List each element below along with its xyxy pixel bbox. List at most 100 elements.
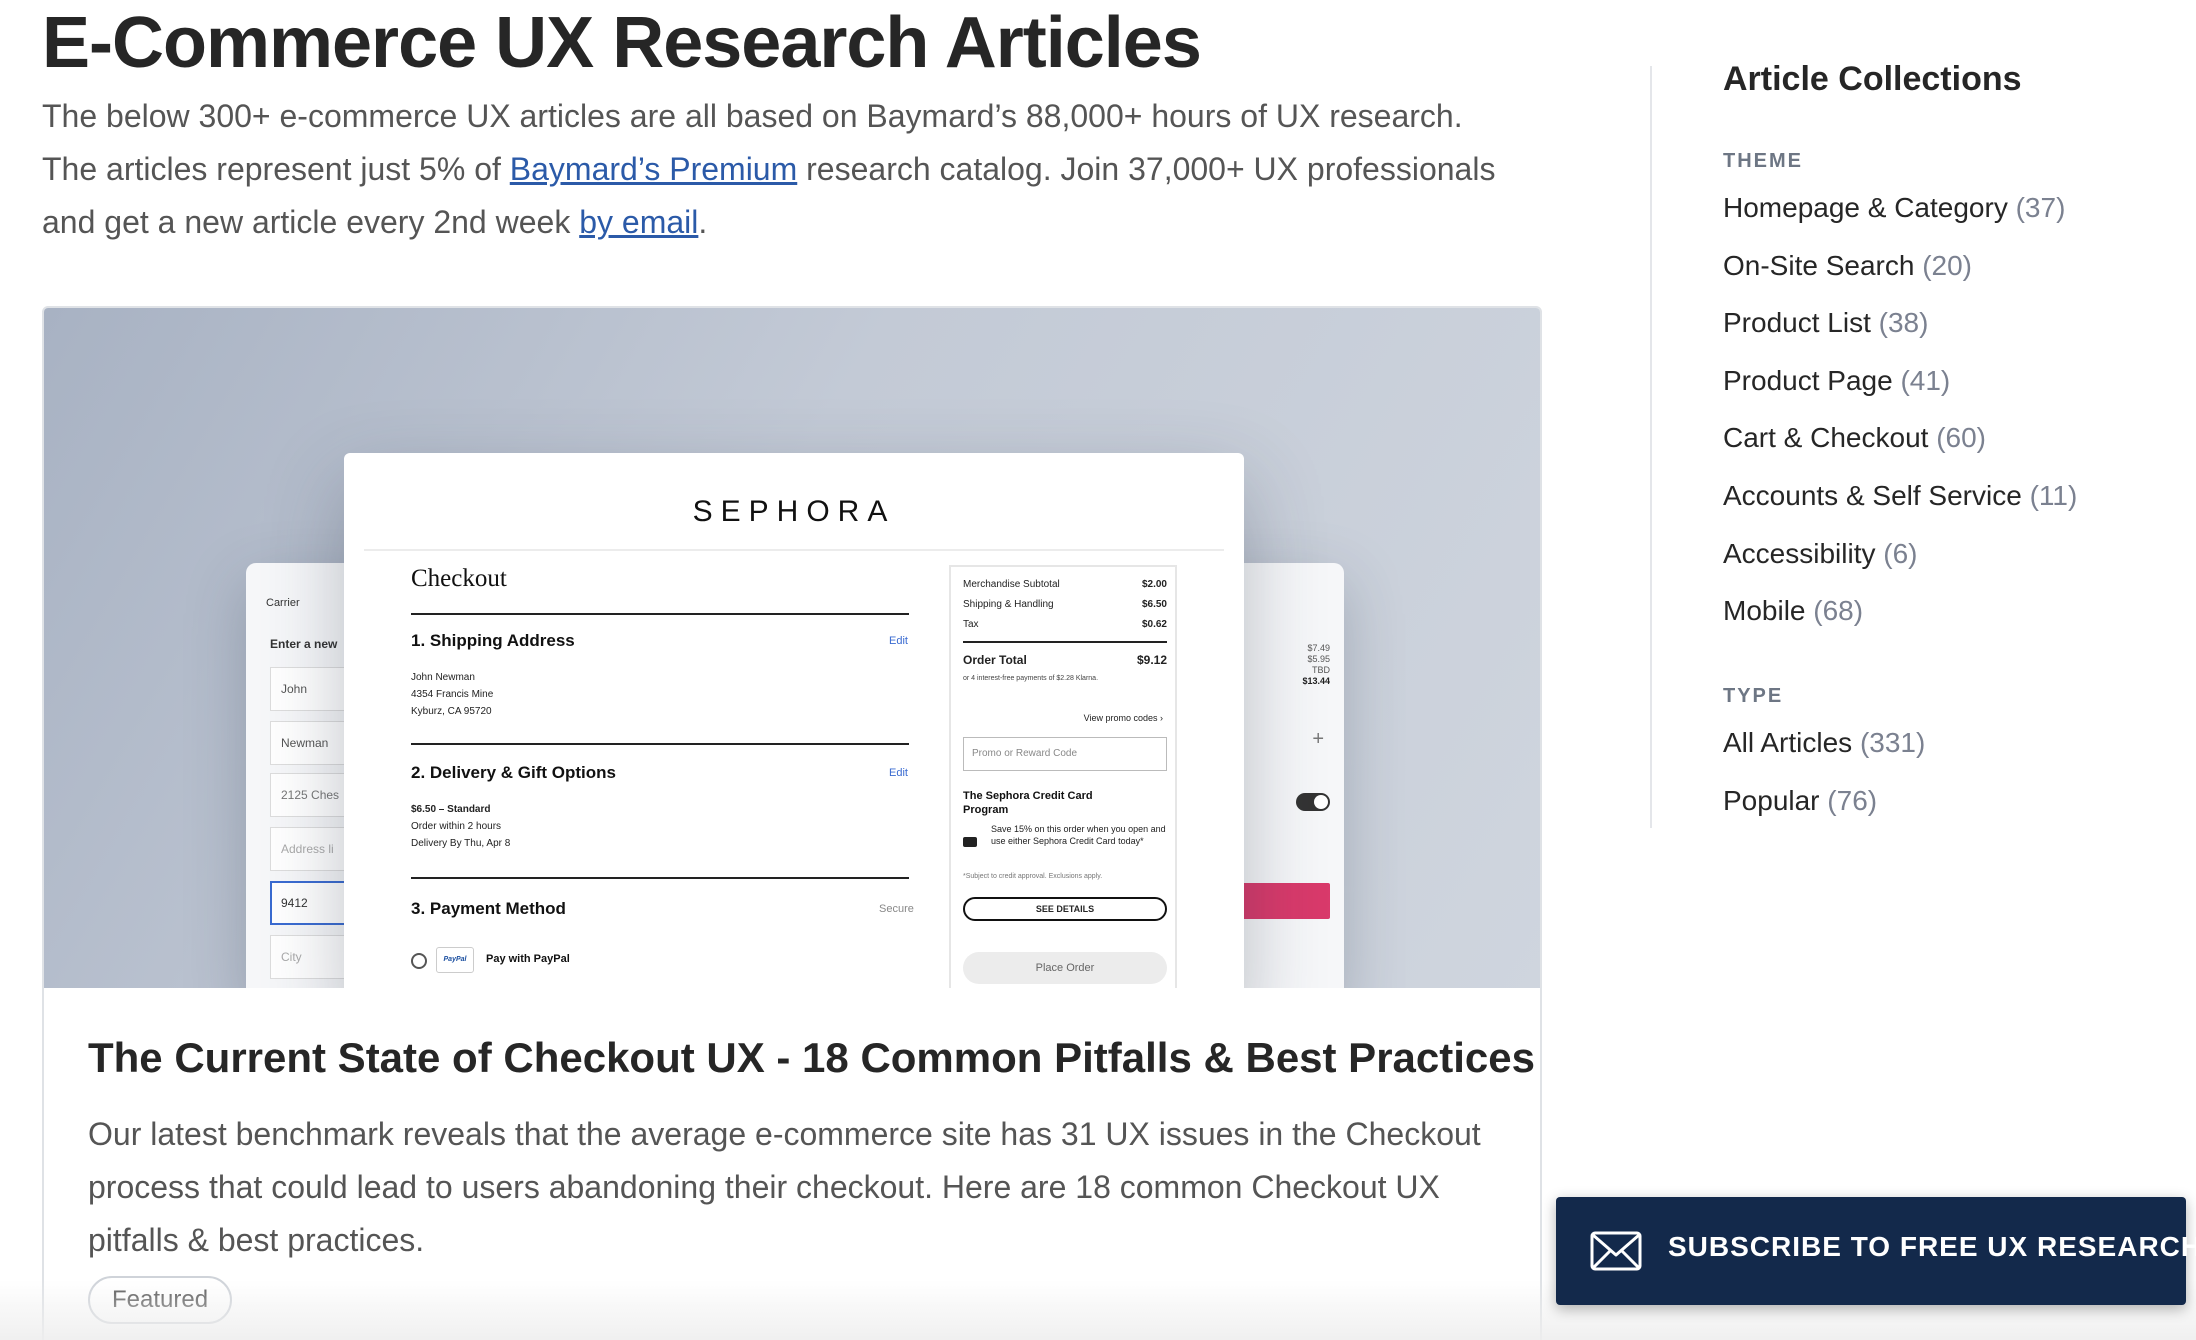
sidebar-item-count: (11): [2029, 480, 2078, 511]
intro-line-3-start: and get a new article every 2nd week: [42, 204, 580, 240]
sidebar-item-count: (68): [1813, 595, 1864, 626]
sidebar-divider: [1650, 66, 1652, 828]
credit-card-text: Save 15% on this order when you open and…: [991, 824, 1166, 846]
order-summary: Merchandise Subtotal $2.00 Shipping & Han…: [949, 565, 1177, 988]
sidebar-item-count: (37): [2015, 192, 2066, 223]
sidebar-item-label: Cart & Checkout: [1723, 422, 1929, 453]
section-line: Delivery By Thu, Apr 8: [411, 838, 511, 849]
summary-label: Order Total: [963, 653, 1027, 667]
sidebar-item-label: Product List: [1723, 307, 1871, 338]
section-line: Kyburz, CA 95720: [411, 706, 492, 717]
summary-value: $6.50: [1141, 599, 1167, 610]
section-secure: Secure: [879, 903, 914, 915]
klarna-note: or 4 interest-free payments of $2.28 Kla…: [963, 675, 1099, 682]
type-group-label: TYPE: [1723, 685, 1784, 707]
phone-price: $7.49: [1307, 643, 1330, 653]
sidebar-item-all-articles[interactable]: All Articles (331): [1723, 727, 1925, 759]
sidebar-item-accounts-self-service[interactable]: Accounts & Self Service (11): [1723, 480, 2077, 512]
plus-icon: +: [1312, 728, 1324, 750]
subscribe-button[interactable]: SUBSCRIBE TO FREE UX RESEARCH: [1556, 1197, 2196, 1305]
sidebar-item-cart-checkout[interactable]: Cart & Checkout (60): [1723, 422, 1986, 454]
sidebar-item-accessibility[interactable]: Accessibility (6): [1723, 538, 1918, 570]
section-title: 3. Payment Method: [411, 899, 566, 918]
summary-label: Shipping & Handling: [963, 599, 1054, 610]
featured-article-image[interactable]: Carrier Enter a new John Newman 2125 Che…: [44, 308, 1540, 988]
section-title: 2. Delivery & Gift Options: [411, 763, 616, 782]
summary-total: Order Total $9.12: [963, 653, 1167, 667]
section-line: 4354 Francis Mine: [411, 689, 494, 700]
summary-row: Shipping & Handling $6.50: [963, 599, 1167, 610]
phone-prompt: Enter a new: [270, 637, 338, 651]
premium-link[interactable]: Baymard’s Premium: [510, 151, 797, 187]
place-order-button: Place Order: [963, 952, 1167, 984]
divider: [963, 641, 1167, 643]
summary-value: $2.00: [1141, 579, 1167, 590]
sidebar-item-product-page[interactable]: Product Page (41): [1723, 365, 1950, 397]
divider: [364, 549, 1224, 551]
featured-article-card[interactable]: Carrier Enter a new John Newman 2125 Che…: [42, 306, 1542, 1340]
section-line: Order within 2 hours: [411, 821, 502, 832]
featured-article-description: Our latest benchmark reveals that the av…: [88, 1116, 1481, 1258]
sidebar-item-popular[interactable]: Popular (76): [1723, 785, 1877, 817]
subscribe-label: SUBSCRIBE TO FREE UX RESEARCH: [1668, 1231, 2196, 1262]
sidebar-item-label: Mobile: [1723, 595, 1806, 626]
intro-line-1: The below 300+ e-commerce UX articles ar…: [42, 98, 1463, 134]
mail-icon: [1590, 1231, 1642, 1271]
phone-price: TBD: [1312, 665, 1330, 675]
sidebar-item-label: Product Page: [1723, 365, 1893, 396]
sidebar-item-label: All Articles: [1723, 727, 1853, 758]
phone-price-total: $13.44: [1302, 676, 1330, 686]
sidebar-item-label: On-Site Search: [1723, 250, 1915, 281]
summary-value: $0.62: [1141, 619, 1167, 630]
summary-label: Merchandise Subtotal: [963, 579, 1060, 590]
divider: [411, 613, 909, 615]
intro-line-2: The articles represent just 5% of Baymar…: [42, 143, 1542, 196]
credit-card-title: The Sephora Credit Card Program: [963, 790, 1093, 816]
sidebar-heading: Article Collections: [1723, 60, 2022, 98]
phone-carrier: Carrier: [266, 597, 300, 609]
theme-group-label: THEME: [1723, 150, 1803, 172]
see-details-button: SEE DETAILS: [963, 897, 1167, 921]
summary-label: Tax: [963, 619, 979, 630]
sidebar-item-count: (6): [1883, 538, 1918, 569]
section-title: 1. Shipping Address: [411, 631, 575, 650]
intro-line-3: and get a new article every 2nd week by …: [42, 196, 1542, 249]
sidebar-item-homepage-category[interactable]: Homepage & Category (37): [1723, 192, 2065, 224]
summary-row: Merchandise Subtotal $2.00: [963, 579, 1167, 590]
section-lines: $6.50 – Standard Order within 2 hours De…: [411, 801, 510, 852]
sidebar-item-mobile[interactable]: Mobile (68): [1723, 595, 1863, 627]
divider: [411, 743, 909, 745]
sidebar-item-label: Accounts & Self Service: [1723, 480, 2022, 511]
sidebar-item-count: (41): [1900, 365, 1951, 396]
sidebar-item-count: (38): [1878, 307, 1929, 338]
intro-line-3-end: .: [698, 204, 708, 240]
toggle-icon: [1296, 793, 1330, 811]
divider: [411, 877, 909, 879]
summary-row: Tax $0.62: [963, 619, 1167, 630]
view-promo-codes: View promo codes ›: [1083, 713, 1163, 723]
sidebar-item-product-list[interactable]: Product List (38): [1723, 307, 1928, 339]
sidebar-item-count: (20): [1922, 250, 1972, 281]
sidebar-item-count: (76): [1827, 785, 1878, 816]
sidebar-item-count: (331): [1859, 727, 1926, 758]
section-line: Pay with PayPal: [486, 953, 570, 965]
sidebar-item-label: Homepage & Category: [1723, 192, 2008, 223]
sidebar-item-on-site-search[interactable]: On-Site Search (20): [1723, 250, 1972, 282]
intro-line-2-start: The articles represent just 5% of: [42, 151, 510, 187]
sidebar-item-count: (60): [1936, 422, 1986, 453]
credit-card-note: *Subject to credit approval. Exclusions …: [963, 873, 1103, 880]
radio-icon: [411, 953, 427, 969]
email-link[interactable]: by email: [579, 204, 698, 240]
featured-article-title[interactable]: The Current State of Checkout UX - 18 Co…: [88, 1034, 1535, 1082]
paypal-icon: PayPal: [436, 947, 474, 973]
section-line: John Newman: [411, 672, 475, 683]
phone-cta-bar: [1230, 883, 1330, 919]
section-edit: Edit: [889, 635, 908, 647]
section-line: $6.50 – Standard: [411, 804, 491, 815]
intro-line-2-end: research catalog. Join 37,000+ UX profes…: [797, 151, 1496, 187]
sidebar-item-label: Accessibility: [1723, 538, 1876, 569]
promo-input: Promo or Reward Code: [963, 737, 1167, 771]
page-title: E-Commerce UX Research Articles: [42, 3, 1202, 83]
featured-badge: Featured: [88, 1276, 233, 1324]
summary-value: $9.12: [1136, 653, 1167, 667]
